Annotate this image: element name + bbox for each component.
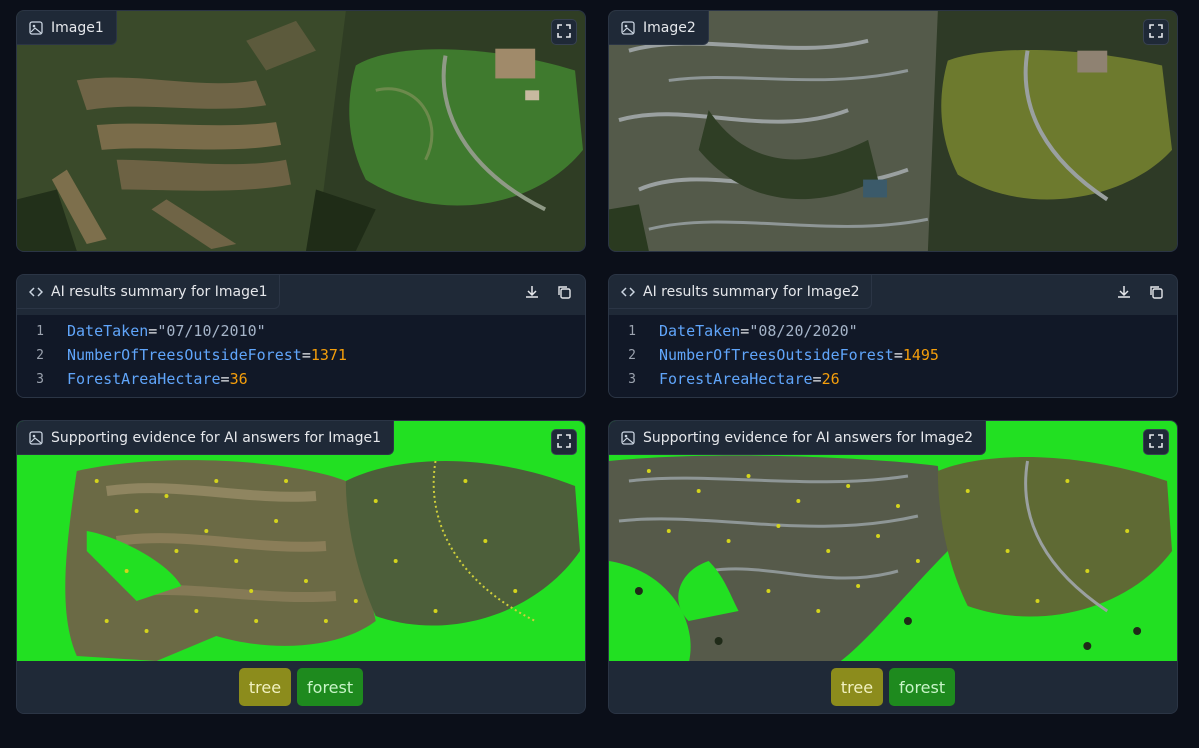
legend-tree[interactable]: tree <box>830 668 884 706</box>
code-key: ForestAreaHectare <box>659 370 813 388</box>
legend-forest[interactable]: forest <box>889 668 956 706</box>
evidence1-label-tag: Supporting evidence for AI answers for I… <box>17 421 394 455</box>
code-line: 2 NumberOfTreesOutsideForest=1495 <box>609 343 1177 367</box>
code-value: 1495 <box>902 346 939 364</box>
evidence1-fullscreen-button[interactable] <box>551 429 577 455</box>
summary2-label: AI results summary for Image2 <box>643 283 860 300</box>
image2-label: Image2 <box>643 19 696 36</box>
summary2-actions <box>1113 281 1167 303</box>
image-icon <box>29 430 43 445</box>
line-number: 3 <box>36 371 44 387</box>
code-value: "08/20/2020" <box>749 322 858 340</box>
aerial-image-1 <box>17 11 585 251</box>
evidence2-label-tag: Supporting evidence for AI answers for I… <box>609 421 986 455</box>
line-number: 2 <box>628 347 636 363</box>
code-text: DateTaken="07/10/2010" <box>67 322 266 340</box>
legend-forest[interactable]: forest <box>297 668 364 706</box>
summary2-code: 1 DateTaken="08/20/2020" 2 NumberOfTrees… <box>609 315 1177 397</box>
image1-label-tag: Image1 <box>17 11 117 45</box>
code-key: ForestAreaHectare <box>67 370 221 388</box>
code-text: ForestAreaHectare=26 <box>659 370 840 388</box>
evidence-image-1 <box>17 421 585 663</box>
download-icon[interactable] <box>521 281 543 303</box>
copy-icon[interactable] <box>553 281 575 303</box>
summary2-panel: AI results summary for Image2 1 DateTake… <box>608 274 1178 398</box>
copy-icon[interactable] <box>1145 281 1167 303</box>
code-text: NumberOfTreesOutsideForest=1495 <box>659 346 939 364</box>
code-line: 2 NumberOfTreesOutsideForest=1371 <box>17 343 585 367</box>
image-icon <box>621 430 635 445</box>
code-icon <box>620 285 636 299</box>
code-line: 3 ForestAreaHectare=26 <box>609 367 1177 391</box>
code-value: 36 <box>229 370 248 388</box>
legend-tree[interactable]: tree <box>238 668 292 706</box>
code-key: NumberOfTreesOutsideForest <box>659 346 894 364</box>
fullscreen-icon <box>1149 433 1163 452</box>
summary1-label-tag: AI results summary for Image1 <box>17 275 281 309</box>
fullscreen-icon <box>557 23 571 42</box>
code-text: ForestAreaHectare=36 <box>67 370 248 388</box>
summary2-label-tag: AI results summary for Image2 <box>609 275 873 309</box>
code-key: DateTaken <box>659 322 741 340</box>
code-text: NumberOfTreesOutsideForest=1371 <box>67 346 347 364</box>
line-number: 2 <box>36 347 44 363</box>
fullscreen-icon <box>1149 23 1163 42</box>
line-number: 1 <box>36 323 44 339</box>
image-icon <box>29 20 43 35</box>
evidence1-legend: tree forest <box>17 661 585 713</box>
aerial-image-2 <box>609 11 1177 251</box>
code-line: 1 DateTaken="08/20/2020" <box>609 319 1177 343</box>
summary1-code: 1 DateTaken="07/10/2010" 2 NumberOfTrees… <box>17 315 585 397</box>
code-value: 1371 <box>310 346 347 364</box>
image1-fullscreen-button[interactable] <box>551 19 577 45</box>
evidence2-label: Supporting evidence for AI answers for I… <box>643 429 973 446</box>
code-line: 3 ForestAreaHectare=36 <box>17 367 585 391</box>
image2-label-tag: Image2 <box>609 11 709 45</box>
download-icon[interactable] <box>1113 281 1135 303</box>
image1-label: Image1 <box>51 19 104 36</box>
evidence-image-2 <box>609 421 1177 663</box>
image2-fullscreen-button[interactable] <box>1143 19 1169 45</box>
evidence1-label: Supporting evidence for AI answers for I… <box>51 429 381 446</box>
image-icon <box>621 20 635 35</box>
evidence2-legend: tree forest <box>609 661 1177 713</box>
code-value: "07/10/2010" <box>157 322 266 340</box>
summary1-panel: AI results summary for Image1 1 DateTake… <box>16 274 586 398</box>
code-key: NumberOfTreesOutsideForest <box>67 346 302 364</box>
evidence1-panel: Supporting evidence for AI answers for I… <box>16 420 586 714</box>
line-number: 1 <box>628 323 636 339</box>
evidence2-fullscreen-button[interactable] <box>1143 429 1169 455</box>
evidence2-panel: Supporting evidence for AI answers for I… <box>608 420 1178 714</box>
code-text: DateTaken="08/20/2020" <box>659 322 858 340</box>
code-icon <box>28 285 44 299</box>
line-number: 3 <box>628 371 636 387</box>
code-line: 1 DateTaken="07/10/2010" <box>17 319 585 343</box>
code-value: 26 <box>821 370 840 388</box>
image2-panel: Image2 <box>608 10 1178 252</box>
code-key: DateTaken <box>67 322 149 340</box>
fullscreen-icon <box>557 433 571 452</box>
summary1-label: AI results summary for Image1 <box>51 283 268 300</box>
summary1-actions <box>521 281 575 303</box>
image1-panel: Image1 <box>16 10 586 252</box>
